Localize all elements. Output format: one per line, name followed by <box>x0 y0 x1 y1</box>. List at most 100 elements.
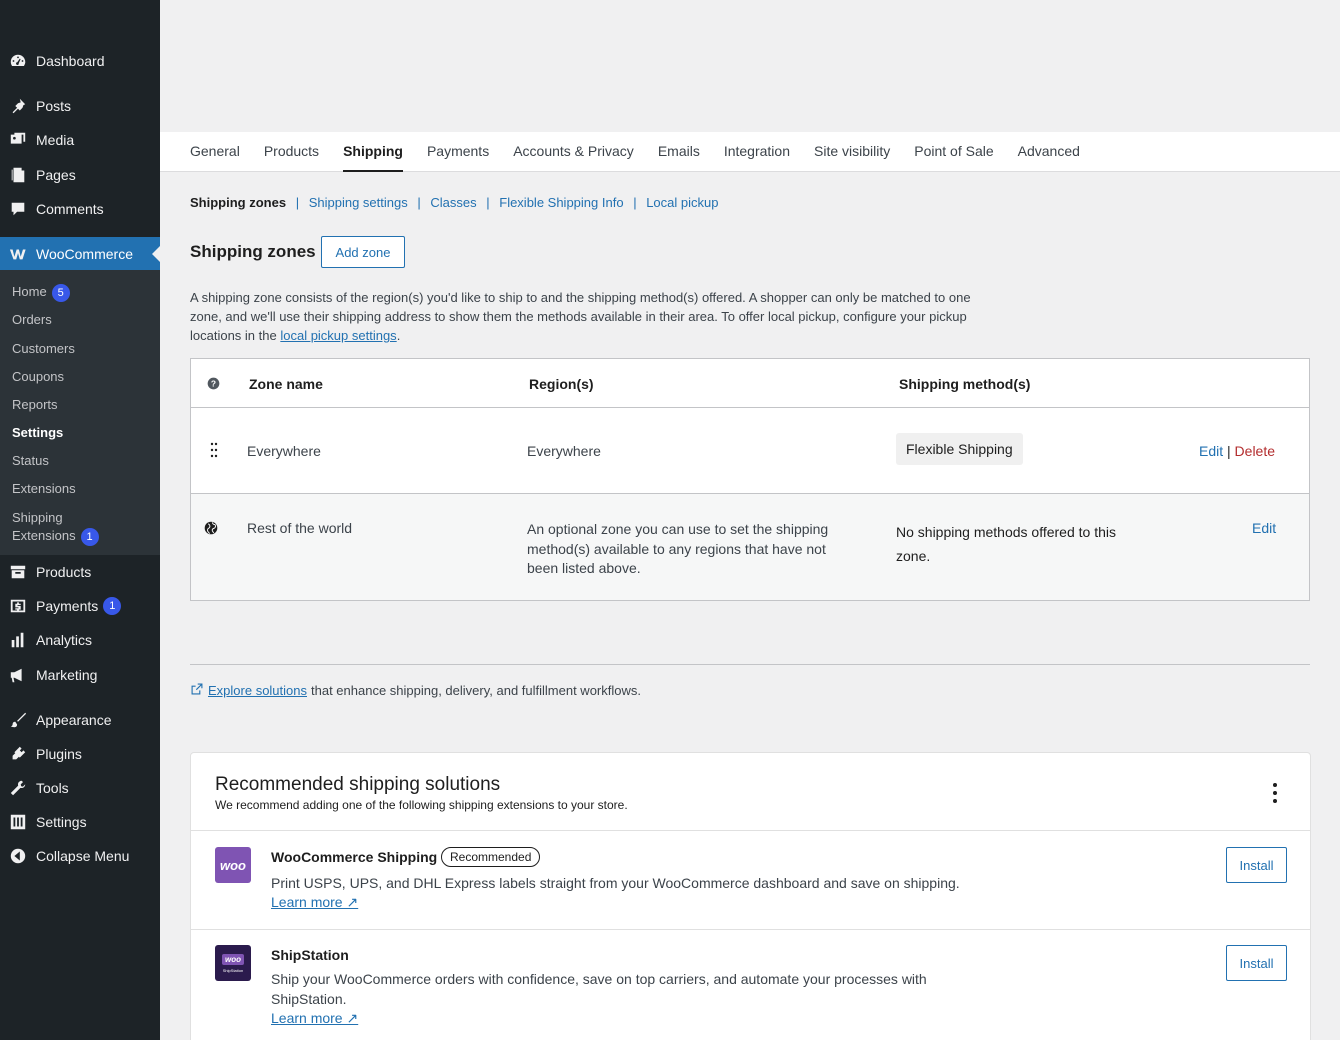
comment-icon <box>0 200 36 218</box>
shipping-method-pill: Flexible Shipping <box>896 433 1023 465</box>
dashboard-icon <box>0 52 36 70</box>
add-zone-button[interactable]: Add zone <box>321 236 405 268</box>
subnav-flexible-shipping-info[interactable]: Flexible Shipping Info <box>499 195 623 210</box>
no-methods-text: No shipping methods offered to this zone… <box>896 524 1116 564</box>
tab-emails[interactable]: Emails <box>658 132 700 172</box>
zone-name: Rest of the world <box>247 520 353 536</box>
learn-more-link[interactable]: Learn more ↗ <box>271 894 358 911</box>
table-row[interactable]: Everywhere Everywhere Flexible Shipping … <box>191 408 1309 494</box>
drag-handle-icon[interactable] <box>210 442 218 463</box>
tab-payments[interactable]: Payments <box>427 132 489 172</box>
explore-solutions-link[interactable]: Explore solutions <box>208 683 307 698</box>
tab-shipping[interactable]: Shipping <box>343 132 403 172</box>
menu-marketing[interactable]: Marketing <box>0 658 160 692</box>
submenu-extensions[interactable]: Extensions <box>12 480 76 498</box>
count-badge: 1 <box>80 527 99 546</box>
submenu-coupons[interactable]: Coupons <box>12 368 64 386</box>
more-options-icon[interactable] <box>1267 781 1283 805</box>
menu-label: WooCommerce <box>36 246 133 262</box>
install-button[interactable]: Install <box>1226 847 1287 883</box>
recommended-badge: Recommended <box>441 847 541 867</box>
divider <box>191 830 1310 831</box>
pages-icon <box>0 166 36 184</box>
tab-advanced[interactable]: Advanced <box>1018 132 1080 172</box>
shipstation-logo: woo ShipStation <box>215 945 251 981</box>
submenu-reports[interactable]: Reports <box>12 396 58 414</box>
menu-pages[interactable]: Pages <box>0 158 160 192</box>
bar-chart-icon <box>0 631 36 649</box>
extension-description: Print USPS, UPS, and DHL Express labels … <box>271 875 960 891</box>
divider <box>190 664 1310 665</box>
payments-icon <box>0 597 36 615</box>
menu-appearance[interactable]: Appearance <box>0 703 160 737</box>
table-header: ? Zone name Region(s) Shipping method(s) <box>191 359 1309 408</box>
menu-label: Analytics <box>36 632 93 648</box>
edit-zone-link[interactable]: Edit <box>1199 443 1223 459</box>
media-icon <box>0 131 36 149</box>
install-button[interactable]: Install <box>1226 945 1287 981</box>
tab-general[interactable]: General <box>190 132 240 172</box>
subnav-separator: | <box>295 195 300 210</box>
menu-dashboard[interactable]: Dashboard <box>0 44 160 78</box>
tab-site-visibility[interactable]: Site visibility <box>814 132 890 172</box>
submenu-status[interactable]: Status <box>12 452 49 470</box>
divider <box>191 929 1310 930</box>
subnav-shipping-zones[interactable]: Shipping zones <box>190 195 286 210</box>
menu-products[interactable]: Products <box>0 555 160 589</box>
menu-woocommerce[interactable]: WooCommerce <box>0 237 160 271</box>
column-zone-name: Zone name <box>249 376 323 392</box>
menu-label: Posts <box>36 98 72 114</box>
subnav-shipping-settings[interactable]: Shipping settings <box>309 195 408 210</box>
subnav-classes[interactable]: Classes <box>430 195 476 210</box>
pin-icon <box>0 97 36 115</box>
tab-integration[interactable]: Integration <box>724 132 790 172</box>
menu-collapse[interactable]: Collapse Menu <box>0 839 160 873</box>
learn-more-link[interactable]: Learn more ↗ <box>271 1010 358 1027</box>
zones-description: A shipping zone consists of the region(s… <box>190 288 990 345</box>
explore-text: that enhance shipping, delivery, and ful… <box>311 683 641 698</box>
menu-tools[interactable]: Tools <box>0 771 160 805</box>
submenu-customers[interactable]: Customers <box>12 340 75 358</box>
help-icon[interactable]: ? <box>207 377 220 395</box>
woocommerce-submenu: Home 5 Orders Customers Coupons Reports S… <box>0 270 160 555</box>
menu-comments[interactable]: Comments <box>0 192 160 226</box>
subnav-separator: | <box>633 195 637 210</box>
menu-payments[interactable]: Payments 1 <box>0 589 160 623</box>
table-row[interactable]: Rest of the world An optional zone you c… <box>191 494 1309 600</box>
zone-name: Everywhere <box>247 443 321 459</box>
recommended-shipping-card: Recommended shipping solutions We recomm… <box>190 752 1311 1040</box>
submenu-label: Shipping <box>12 510 63 525</box>
woocommerce-icon <box>0 245 36 263</box>
menu-label: Marketing <box>36 667 98 683</box>
megaphone-icon <box>0 666 36 684</box>
tab-accounts-privacy[interactable]: Accounts & Privacy <box>513 132 634 172</box>
subnav-local-pickup[interactable]: Local pickup <box>646 195 718 210</box>
subnav-separator: | <box>417 195 421 210</box>
settings-tabs: General Products Shipping Payments Accou… <box>190 132 1104 172</box>
menu-posts[interactable]: Posts <box>0 89 160 123</box>
menu-settings[interactable]: Settings <box>0 805 160 839</box>
zone-region: Everywhere <box>527 443 601 459</box>
submenu-home[interactable]: Home 5 <box>12 283 70 302</box>
menu-label: Tools <box>36 780 69 796</box>
menu-plugins[interactable]: Plugins <box>0 737 160 771</box>
delete-zone-link[interactable]: Delete <box>1235 443 1275 459</box>
external-link-icon <box>190 682 204 699</box>
zone-region: An optional zone you can use to set the … <box>527 521 829 576</box>
edit-zone-link[interactable]: Edit <box>1252 520 1276 536</box>
local-pickup-settings-link[interactable]: local pickup settings <box>280 328 396 343</box>
wrench-icon <box>0 779 36 797</box>
logo-text: woo <box>222 953 244 965</box>
submenu-shipping-extensions[interactable]: Shipping Extensions 1 <box>12 509 99 546</box>
paintbrush-icon <box>0 711 36 729</box>
submenu-orders[interactable]: Orders <box>12 311 52 329</box>
menu-media[interactable]: Media <box>0 123 160 157</box>
tab-point-of-sale[interactable]: Point of Sale <box>914 132 993 172</box>
count-badge: 5 <box>51 283 70 302</box>
globe-icon <box>204 521 218 540</box>
menu-analytics[interactable]: Analytics <box>0 623 160 657</box>
submenu-settings[interactable]: Settings <box>12 424 63 442</box>
row-actions: Edit | Delete <box>1199 443 1275 459</box>
tab-products[interactable]: Products <box>264 132 319 172</box>
menu-label: Settings <box>36 814 87 830</box>
